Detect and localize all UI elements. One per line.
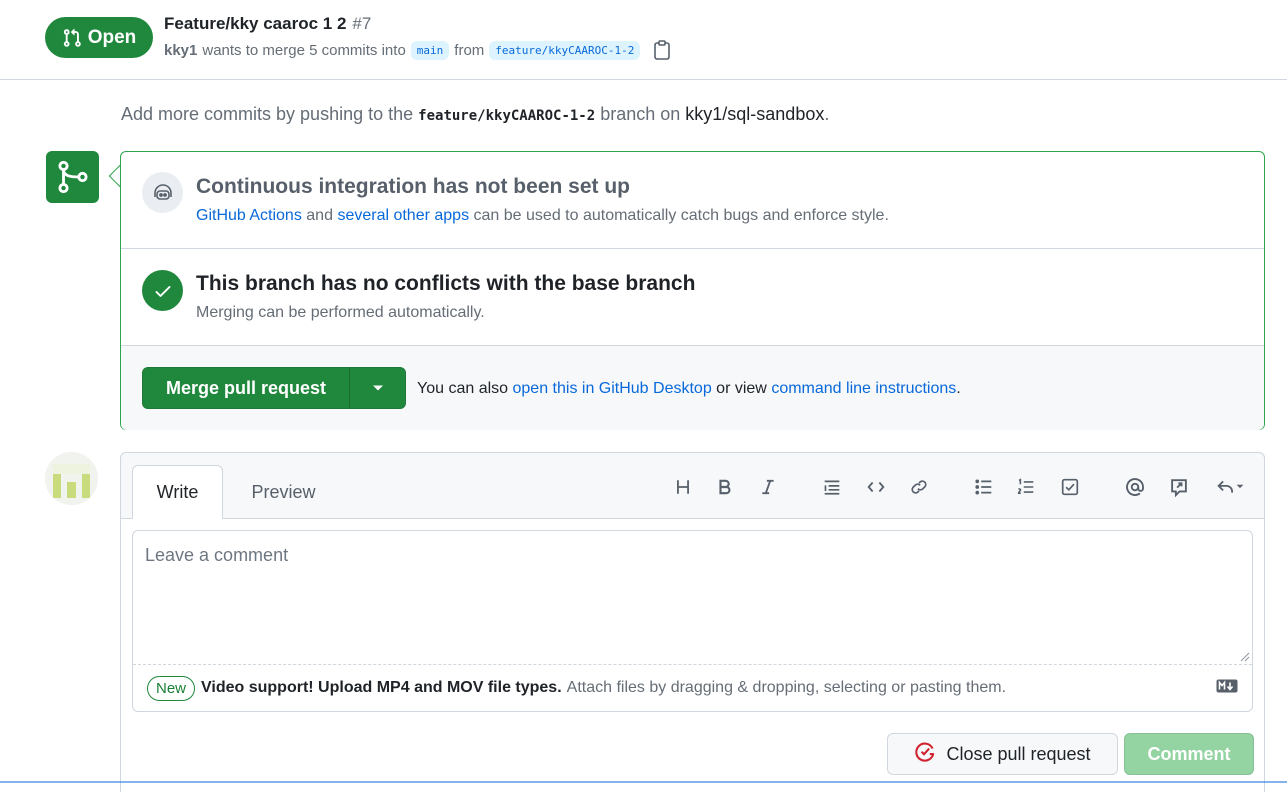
copy-icon[interactable] <box>653 40 671 60</box>
pr-meta: kky1 wants to merge 5 commits into main … <box>164 40 671 60</box>
check-icon <box>142 270 183 311</box>
push-hint: Add more commits by pushing to the featu… <box>121 104 829 125</box>
mention-icon[interactable] <box>1119 473 1151 501</box>
github-desktop-link[interactable]: open this in GitHub Desktop <box>513 380 712 397</box>
base-branch[interactable]: main <box>410 40 450 60</box>
pr-title-text: Feature/kky caaroc 1 2 <box>164 14 347 33</box>
pr-title: Feature/kky caaroc 1 2 #7 <box>164 14 371 34</box>
merge-pull-request-button[interactable]: Merge pull request <box>143 368 350 408</box>
file-attachment-bar[interactable]: New Video support! Upload MP4 and MOV fi… <box>133 664 1252 711</box>
ci-rest-text: can be used to automatically catch bugs … <box>473 207 889 224</box>
markdown-icon[interactable] <box>1216 679 1238 698</box>
bold-icon[interactable] <box>709 473 741 501</box>
comment-input[interactable] <box>133 531 1252 664</box>
pr-state-badge: Open <box>45 17 153 58</box>
push-hint-suffix: . <box>824 104 830 124</box>
robot-icon <box>142 172 183 213</box>
head-branch[interactable]: feature/kkyCAAROC-1-2 <box>489 40 641 60</box>
heading-icon[interactable] <box>667 473 699 501</box>
push-hint-repo: kky1/sql-sandbox <box>685 104 825 124</box>
link-icon[interactable] <box>903 473 935 501</box>
merge-button-group: Merge pull request <box>142 367 406 409</box>
attach-files-text: Attach files by dragging & dropping, sel… <box>566 679 1007 696</box>
close-pull-request-label: Close pull request <box>946 743 1091 764</box>
command-line-instructions-link[interactable]: command line instructions <box>771 380 956 397</box>
push-hint-branch: feature/kkyCAAROC-1-2 <box>418 108 596 124</box>
code-icon[interactable] <box>860 473 892 501</box>
issue-closed-icon <box>914 741 936 768</box>
italic-icon[interactable] <box>752 473 784 501</box>
author-link[interactable]: kky1 <box>164 42 197 59</box>
also-suffix: . <box>956 380 961 397</box>
pr-state-label: Open <box>87 26 137 48</box>
divider <box>121 248 1264 249</box>
tab-write[interactable]: Write <box>132 465 223 519</box>
merge-box: Continuous integration has not been set … <box>120 151 1265 430</box>
ci-title: Continuous integration has not been set … <box>196 175 630 198</box>
triangle-down-icon <box>372 379 384 397</box>
comment-submit-button[interactable]: Comment <box>1124 733 1254 775</box>
also-prefix: You can also <box>417 380 509 397</box>
github-actions-link[interactable]: GitHub Actions <box>196 207 302 224</box>
git-pull-request-icon <box>62 28 82 48</box>
merge-alternatives: You can also open this in GitHub Desktop… <box>417 380 961 398</box>
ordered-list-icon[interactable] <box>1010 473 1042 501</box>
from-text: from <box>454 41 485 59</box>
ci-and-text: and <box>306 207 333 224</box>
push-hint-middle: branch on <box>600 104 681 124</box>
other-apps-link[interactable]: several other apps <box>337 207 469 224</box>
ci-description: GitHub Actions and several other apps ca… <box>196 207 889 225</box>
task-list-icon[interactable] <box>1054 473 1086 501</box>
comment-field-container: New Video support! Upload MP4 and MOV fi… <box>132 530 1253 712</box>
push-hint-prefix: Add more commits by pushing to the <box>121 104 414 124</box>
saved-replies-icon[interactable] <box>1209 473 1253 501</box>
avatar[interactable] <box>45 452 98 505</box>
conflicts-description: Merging can be performed automatically. <box>196 304 485 321</box>
tab-preview[interactable]: Preview <box>233 465 334 519</box>
quote-icon[interactable] <box>816 473 848 501</box>
comment-box: Write Preview New <box>120 452 1265 793</box>
unordered-list-icon[interactable] <box>968 473 1000 501</box>
git-merge-icon <box>46 151 99 203</box>
conflicts-title: This branch has no conflicts with the ba… <box>196 272 696 295</box>
merge-footer: Merge pull request You can also open thi… <box>121 346 1264 430</box>
merge-options-dropdown[interactable] <box>350 368 405 408</box>
pr-header: Open Feature/kky caaroc 1 2 #7 kky1 wants… <box>0 0 1287 80</box>
video-support-text: Video support! Upload MP4 and MOV file t… <box>201 679 562 696</box>
pr-number: #7 <box>352 14 372 33</box>
also-middle: or view <box>716 380 767 397</box>
close-pull-request-button[interactable]: Close pull request <box>887 733 1118 775</box>
new-badge: New <box>147 675 196 701</box>
reference-icon[interactable] <box>1163 473 1195 501</box>
merge-meta-text: wants to merge 5 commits into <box>202 41 406 59</box>
